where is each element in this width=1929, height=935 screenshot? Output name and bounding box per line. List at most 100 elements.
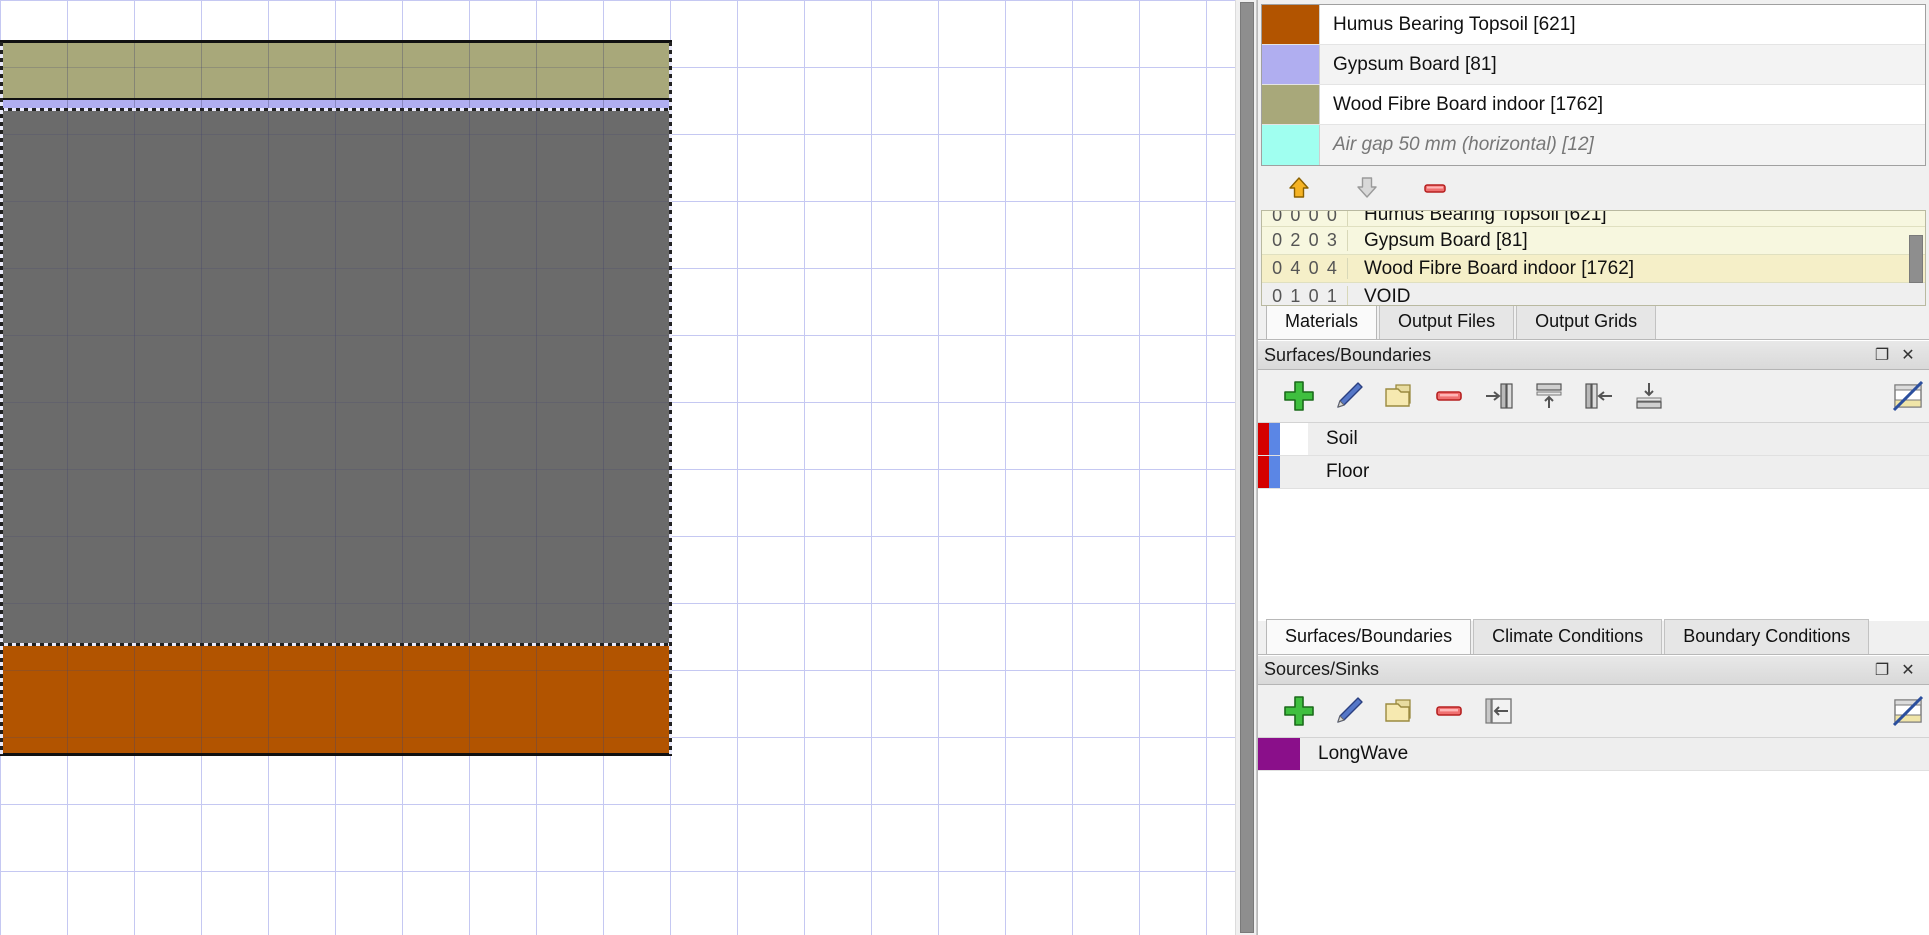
canvas-layer[interactable] — [0, 42, 672, 100]
material-legend-row[interactable]: Gypsum Board [81] — [1262, 45, 1925, 85]
duplicate-icon[interactable] — [1378, 375, 1420, 417]
assignment-indices: 0101 — [1262, 286, 1348, 306]
toggle-display-icon[interactable] — [1887, 375, 1929, 417]
sources-restore-icon[interactable]: ❐ — [1869, 659, 1895, 681]
layer-separator-edge — [0, 98, 672, 100]
tab-boundary-conditions[interactable]: Boundary Conditions — [1664, 618, 1870, 654]
layer-grid-line — [0, 737, 672, 738]
tab-climate-conditions[interactable]: Climate Conditions — [1473, 618, 1663, 654]
surfaces-restore-icon[interactable]: ❐ — [1869, 344, 1895, 366]
layer-grid-line — [201, 42, 202, 100]
layer-grid-line — [134, 645, 135, 755]
assignment-material-name: VOID — [1364, 285, 1411, 306]
canvas-scrollbar-thumb[interactable] — [1240, 2, 1254, 933]
assignment-index-value: 0 — [1272, 286, 1283, 306]
layer-grid-line — [0, 536, 672, 537]
add-icon[interactable] — [1278, 690, 1320, 732]
assignment-index-value: 0 — [1326, 211, 1337, 225]
surface-label: Soil — [1326, 428, 1358, 449]
assignment-row[interactable]: 0 2 0 3 Gypsum Board [81] — [1262, 227, 1925, 255]
assignment-index-value: 0 — [1308, 286, 1319, 306]
assign-left-icon[interactable] — [1578, 375, 1620, 417]
tab-output-files[interactable]: Output Files — [1379, 304, 1515, 339]
assignment-index-value: 0 — [1290, 211, 1301, 225]
sources-list[interactable]: LongWave — [1258, 736, 1929, 935]
layer-grid-line — [0, 469, 672, 470]
material-legend-row[interactable]: Air gap 50 mm (horizontal) [12] — [1262, 125, 1925, 165]
move-down-icon[interactable] — [1346, 167, 1388, 209]
material-assignment-table[interactable]: 0 0 0 0 Humus Bearing Topsoil [621] 0 2 0 3 Gypsu… — [1261, 210, 1926, 306]
surface-swatch-background — [1280, 423, 1308, 455]
layer-grid-line — [134, 110, 135, 643]
application-window: Humus Bearing Topsoil [621] Gypsum Board … — [0, 0, 1929, 935]
assignment-indices: 0203 — [1262, 230, 1348, 251]
layer-grid-line — [67, 42, 68, 100]
assign-down-icon[interactable] — [1628, 375, 1670, 417]
assignment-material-name: Wood Fibre Board indoor [1762] — [1364, 257, 1635, 279]
layer-grid-line — [0, 67, 672, 68]
duplicate-icon[interactable] — [1378, 690, 1420, 732]
assignment-scrollbar-thumb[interactable] — [1909, 235, 1923, 283]
surfaces-tab-strip[interactable]: Surfaces/Boundaries Climate Conditions Bou… — [1258, 618, 1929, 655]
layer-grid-line — [536, 645, 537, 755]
edit-icon[interactable] — [1328, 690, 1370, 732]
assignment-row[interactable]: 0 1 0 1 VOID — [1262, 283, 1925, 306]
assignment-row[interactable]: 0 0 0 0 Humus Bearing Topsoil [621] — [1262, 211, 1925, 227]
selection-dashed-edge — [0, 42, 3, 755]
canvas-layer[interactable] — [0, 110, 672, 643]
materials-legend-list[interactable]: Humus Bearing Topsoil [621] Gypsum Board … — [1261, 4, 1926, 166]
layer-grid-line — [335, 42, 336, 100]
source-color-swatch — [1258, 737, 1300, 770]
assign-right-icon[interactable] — [1478, 375, 1520, 417]
surfaces-close-icon[interactable]: ✕ — [1895, 344, 1921, 366]
sources-close-icon[interactable]: ✕ — [1895, 659, 1921, 681]
materials-tab-strip[interactable]: Materials Output Files Output Grids — [1258, 304, 1929, 340]
surface-swatch-background — [1280, 456, 1308, 488]
material-legend-label: Gypsum Board [81] — [1333, 53, 1497, 75]
surface-list-item[interactable]: Floor — [1258, 456, 1929, 489]
material-legend-row[interactable]: Humus Bearing Topsoil [621] — [1262, 5, 1925, 45]
surfaces-list[interactable]: Soil Floor — [1258, 422, 1929, 621]
layer-grid-line — [201, 110, 202, 643]
surface-list-item[interactable]: Soil — [1258, 423, 1929, 456]
layer-grid-line — [402, 42, 403, 100]
toggle-display-icon[interactable] — [1887, 690, 1929, 732]
layer-grid-line — [268, 110, 269, 643]
remove-material-icon[interactable] — [1414, 167, 1456, 209]
source-list-item[interactable]: LongWave — [1258, 737, 1929, 771]
assign-up-icon[interactable] — [1528, 375, 1570, 417]
layer-grid-line — [0, 335, 672, 336]
material-legend-row[interactable]: Wood Fibre Board indoor [1762] — [1262, 85, 1925, 125]
assignment-material-name: Humus Bearing Topsoil [621] — [1364, 211, 1607, 225]
grid-line-horizontal — [0, 804, 1235, 805]
geometry-canvas[interactable] — [0, 0, 1235, 935]
canvas-vertical-scrollbar[interactable] — [1235, 0, 1257, 935]
assignment-row[interactable]: 0 4 0 4 Wood Fibre Board indoor [1762] — [1262, 255, 1925, 283]
add-icon[interactable] — [1278, 375, 1320, 417]
grid-line-vertical — [938, 0, 939, 935]
layer-grid-line — [402, 110, 403, 643]
assignment-index-value: 0 — [1272, 258, 1283, 278]
assignment-indices: 0000 — [1262, 211, 1348, 226]
edit-icon[interactable] — [1328, 375, 1370, 417]
assignment-index-value: 0 — [1308, 258, 1319, 278]
canvas-layer[interactable] — [0, 645, 672, 755]
assignment-index-value: 1 — [1326, 286, 1337, 306]
material-legend-label: Wood Fibre Board indoor [1762] — [1333, 93, 1604, 115]
grid-line-vertical — [804, 0, 805, 935]
stripe-blue — [1269, 456, 1280, 488]
assignment-index-value: 1 — [1290, 286, 1301, 306]
material-legend-label: Air gap 50 mm (horizontal) [12] — [1333, 134, 1594, 155]
remove-icon[interactable] — [1428, 690, 1470, 732]
tab-output-grids[interactable]: Output Grids — [1516, 304, 1657, 339]
import-icon[interactable] — [1478, 690, 1520, 732]
remove-icon[interactable] — [1428, 375, 1470, 417]
assignment-index-value: 0 — [1308, 211, 1319, 225]
tab-surfaces-boundaries[interactable]: Surfaces/Boundaries — [1266, 618, 1472, 654]
assignment-index-value: 4 — [1326, 258, 1337, 278]
sources-toolbar — [1258, 684, 1929, 737]
assignment-index-value: 0 — [1308, 230, 1319, 250]
move-up-icon[interactable] — [1278, 167, 1320, 209]
layer-grid-line — [469, 645, 470, 755]
tab-materials[interactable]: Materials — [1266, 304, 1378, 339]
